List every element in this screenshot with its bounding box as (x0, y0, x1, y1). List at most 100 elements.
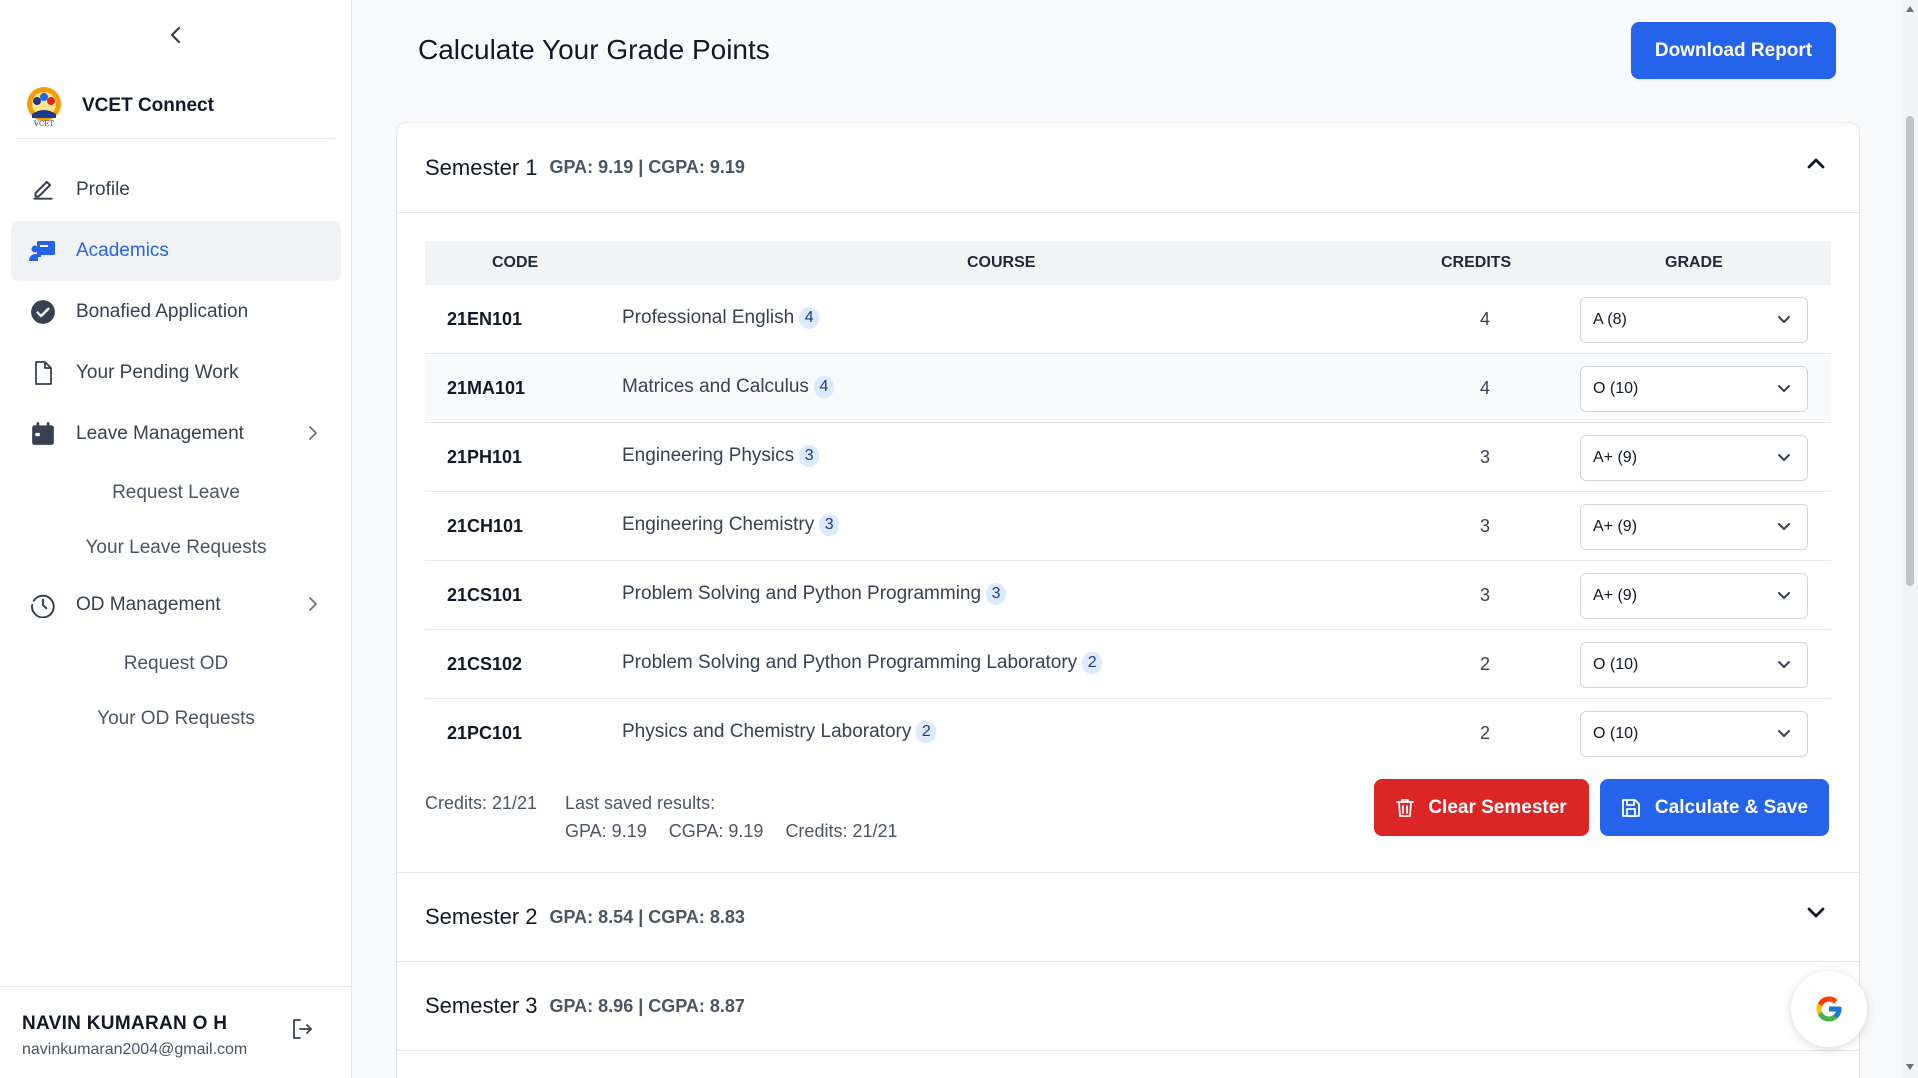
brand-name: VCET Connect (82, 95, 214, 116)
saved-gpa: GPA: 9.19 (565, 821, 647, 841)
divider (16, 138, 335, 139)
sidebar-item-label: Leave Management (76, 423, 244, 444)
credits-summary: Credits: 21/21 (425, 793, 538, 813)
sidebar-item-bonafied-application[interactable]: Bonafied Application (11, 282, 341, 342)
sidebar-item-academics[interactable]: Academics (11, 221, 341, 281)
course-code: 21CS102 (447, 654, 523, 674)
saved-cgpa: CGPA: 9.19 (668, 821, 764, 841)
course-credits: 3 (1479, 516, 1490, 536)
sidebar: VCET VCET Connect Profile Academics Bona… (0, 0, 352, 1078)
semester-title: Semester 2 (425, 904, 538, 929)
grade-select[interactable]: O (10) (1580, 711, 1808, 757)
course-name-cell: Matrices and Calculus 4 (622, 376, 834, 398)
clear-semester-label: Clear Semester (1428, 796, 1567, 818)
course-name: Engineering Chemistry (622, 514, 815, 535)
logout-button[interactable] (290, 1017, 314, 1046)
page-scrollbar[interactable] (1902, 0, 1918, 1078)
course-name: Physics and Chemistry Laboratory (622, 721, 912, 742)
chevron-down-icon (1778, 454, 1790, 461)
brand: VCET VCET Connect (24, 84, 214, 128)
grade-value: O (10) (1593, 725, 1639, 742)
collapse-sidebar-button[interactable] (164, 20, 188, 50)
chevron-down-icon (1778, 730, 1790, 737)
grade-value: A+ (9) (1593, 518, 1638, 535)
svg-text:VCET: VCET (33, 120, 55, 128)
course-code: 21CS101 (447, 585, 523, 605)
grade-value: O (10) (1593, 656, 1639, 673)
semester-1-header[interactable]: Semester 1 GPA: 9.19 | CGPA: 9.19 (397, 123, 1859, 213)
course-name: Professional English (622, 307, 795, 328)
semester-3-header[interactable]: Semester 3 GPA: 8.96 | CGPA: 8.87 (397, 962, 1859, 1051)
course-credits: 2 (1479, 654, 1490, 674)
course-name: Problem Solving and Python Programming (622, 583, 982, 604)
chevron-left-icon (170, 26, 181, 44)
credit-badge: 3 (819, 514, 840, 536)
semester-gpa: GPA: 9.19 | CGPA: 9.19 (549, 157, 745, 177)
table-row: 21PH101 Engineering Physics 3 3 A+ (9) (425, 423, 1831, 492)
course-code: 21MA101 (447, 378, 526, 398)
chevron-down-icon (1778, 523, 1790, 530)
pencil-icon (29, 176, 57, 204)
chevron-down-icon (1778, 661, 1790, 668)
table-row: 21CS102 Problem Solving and Python Progr… (425, 630, 1831, 699)
saved-credits: Credits: 21/21 (785, 821, 898, 841)
grade-select[interactable]: O (10) (1580, 642, 1808, 688)
check-circle-icon (29, 298, 57, 326)
calculate-save-button[interactable]: Calculate & Save (1600, 779, 1829, 836)
course-name-cell: Engineering Chemistry 3 (622, 514, 840, 536)
credit-badge: 3 (799, 445, 820, 467)
table-row: 21PC101 Physics and Chemistry Laboratory… (425, 699, 1831, 768)
sidebar-item-leave-management[interactable]: Leave Management (11, 404, 341, 464)
grade-select[interactable]: A+ (9) (1580, 573, 1808, 619)
grade-value: A+ (9) (1593, 587, 1638, 604)
sidebar-nav: Profile Academics Bonafied Application Y… (11, 160, 341, 746)
course-name: Engineering Physics (622, 445, 795, 466)
course-credits: 4 (1479, 309, 1490, 329)
scroll-down-arrow-icon[interactable] (1906, 1064, 1914, 1070)
course-name: Problem Solving and Python Programming L… (622, 652, 1078, 673)
credit-badge: 3 (986, 583, 1007, 605)
clear-semester-button[interactable]: Clear Semester (1374, 779, 1589, 836)
column-header-credits: CREDITS (1441, 254, 1512, 271)
semester-gpa: GPA: 8.54 | CGPA: 8.83 (549, 906, 745, 927)
teacher-board-icon (29, 237, 57, 265)
scrollbar-thumb[interactable] (1906, 116, 1914, 586)
column-header-course: COURSE (967, 254, 1036, 271)
grade-value: O (10) (1593, 380, 1639, 397)
semester-title: Semester 1 (425, 154, 538, 180)
last-saved-values: GPA: 9.19 CGPA: 9.19 Credits: 21/21 (565, 821, 898, 842)
sidebar-subitem-request-od[interactable]: Request OD (11, 636, 341, 691)
sidebar-item-pending-work[interactable]: Your Pending Work (11, 343, 341, 403)
google-floating-button[interactable] (1791, 971, 1867, 1047)
logout-icon (293, 1019, 312, 1039)
sidebar-item-label: Bonafied Application (76, 301, 249, 322)
course-name-cell: Physics and Chemistry Laboratory 2 (622, 721, 937, 743)
sidebar-item-od-management[interactable]: OD Management (11, 575, 341, 635)
course-name-cell: Engineering Physics 3 (622, 445, 820, 467)
course-credits: 3 (1479, 585, 1490, 605)
sidebar-subitem-your-leave-requests[interactable]: Your Leave Requests (11, 520, 341, 575)
semester-2-header[interactable]: Semester 2 GPA: 8.54 | CGPA: 8.83 (397, 873, 1859, 962)
grade-value: A (8) (1593, 311, 1627, 328)
grade-select[interactable]: O (10) (1580, 366, 1808, 412)
chevron-down-icon (1778, 316, 1790, 323)
document-icon (29, 359, 57, 387)
credit-badge: 2 (916, 721, 937, 743)
chevron-right-icon (309, 597, 317, 611)
grade-select[interactable]: A (8) (1580, 297, 1808, 343)
scroll-up-arrow-icon[interactable] (1906, 6, 1914, 12)
sidebar-item-label: Academics (76, 240, 169, 261)
chevron-down-icon (1778, 385, 1790, 392)
download-report-button[interactable]: Download Report (1631, 22, 1836, 79)
sidebar-item-label: Profile (76, 179, 130, 200)
chevron-right-icon (309, 426, 317, 440)
table-row: 21MA101 Matrices and Calculus 4 4 O (10) (425, 354, 1831, 423)
sidebar-subitem-request-leave[interactable]: Request Leave (11, 465, 341, 520)
sidebar-item-profile[interactable]: Profile (11, 160, 341, 220)
course-code: 21PH101 (447, 447, 523, 467)
grade-select[interactable]: A+ (9) (1580, 504, 1808, 550)
grade-select[interactable]: A+ (9) (1580, 435, 1808, 481)
save-icon (1622, 798, 1640, 817)
sidebar-subitem-your-od-requests[interactable]: Your OD Requests (11, 691, 341, 746)
semesters-accordion: Semester 1 GPA: 9.19 | CGPA: 9.19 CODE C… (396, 122, 1860, 1078)
